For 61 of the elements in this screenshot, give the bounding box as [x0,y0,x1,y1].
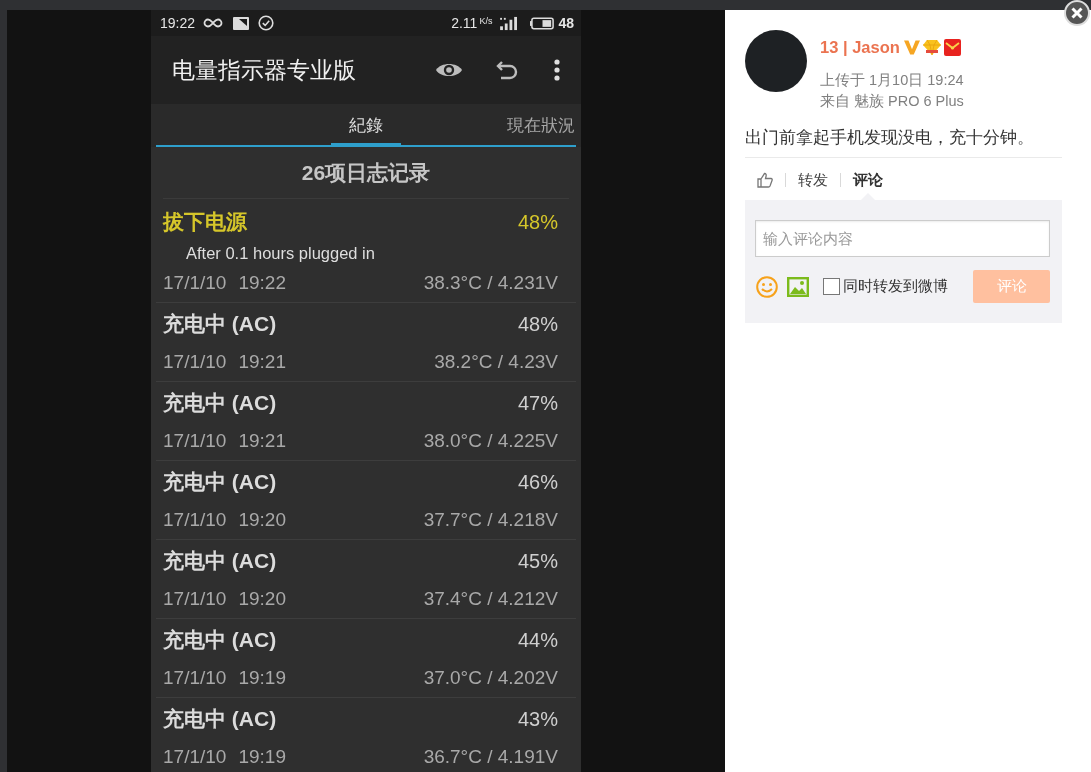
status-time: 19:22 [160,15,196,31]
upload-time: 上传于 1月10日 19:24 [820,71,964,90]
thumbs-up-icon[interactable] [757,172,773,188]
entry-time: 19:20 [238,587,286,611]
tab[interactable]: 現在狀況 [507,104,575,147]
envelope-icon [943,38,961,56]
entry-reading: 38.3°C / 4.231V [423,271,558,295]
entry-date: 17/1/10 [163,350,227,374]
entry-percent: 48% [517,312,558,337]
entry-time: 19:19 [238,745,286,769]
entry-date: 17/1/10 [163,666,227,690]
entry-title: 充电中 (AC) [163,469,277,495]
entry-title: 充电中 (AC) [163,627,277,653]
infinity-icon [203,18,224,28]
entry-time: 19:22 [238,271,286,295]
entry-percent: 45% [517,549,558,574]
entry-time: 19:19 [238,666,286,690]
entry-reading: 37.4°C / 4.212V [423,587,558,611]
post-text: 出门前拿起手机发现没电，充十分钟。 [745,125,1062,158]
entry-title: 充电中 (AC) [163,311,277,337]
entry-reading: 37.7°C / 4.218V [423,508,558,532]
entry-title: 拔下电源 [163,209,247,235]
entry-percent: 46% [517,470,558,495]
entry-reading: 36.7°C / 4.191V [423,745,558,769]
log-heading: 26项日志记录 [163,147,569,199]
post-tab[interactable]: 评论 [853,168,883,200]
battery-icon [530,16,556,30]
tab[interactable]: 紀錄 [331,104,401,147]
entry-time: 19:21 [238,429,286,453]
speed-unit: K/s [479,16,493,26]
repost-label: 同时转发到微博 [843,277,948,296]
entry-percent: 48% [517,210,558,235]
entry-reading: 38.2°C / 4.23V [434,350,558,374]
entry-date: 17/1/10 [163,587,227,611]
post-tab[interactable]: 转发 [798,168,828,200]
repost-checkbox[interactable] [823,278,840,295]
entry-time: 19:20 [238,508,286,532]
check-circle-icon [258,15,275,31]
entry-time: 19:21 [238,350,286,374]
entry-title: 充电中 (AC) [163,548,277,574]
network-speed: 2.11 [451,15,478,31]
entry-percent: 47% [517,391,558,416]
entry-percent: 43% [517,707,558,732]
battery-percent: 48 [558,15,574,31]
entry-title: 充电中 (AC) [163,706,277,732]
diamond-icon [922,39,941,55]
image-notification-icon [233,16,250,30]
close-icon[interactable] [1064,0,1090,26]
entry-date: 17/1/10 [163,429,227,453]
entry-title: 充电中 (AC) [163,390,277,416]
entry-date: 17/1/10 [163,271,227,295]
entry-date: 17/1/10 [163,508,227,532]
entry-percent: 44% [517,628,558,653]
comment-input[interactable]: 输入评论内容 [755,220,1050,257]
entry-note: After 0.1 hours plugged in [185,243,376,264]
post-source: 来自 魅族 PRO 6 Plus [820,92,964,111]
app-title: 电量指示器专业版 [172,55,356,85]
entry-reading: 38.0°C / 4.225V [423,429,558,453]
entry-date: 17/1/10 [163,745,227,769]
entry-reading: 37.0°C / 4.202V [423,666,558,690]
verified-v-icon [903,39,920,55]
